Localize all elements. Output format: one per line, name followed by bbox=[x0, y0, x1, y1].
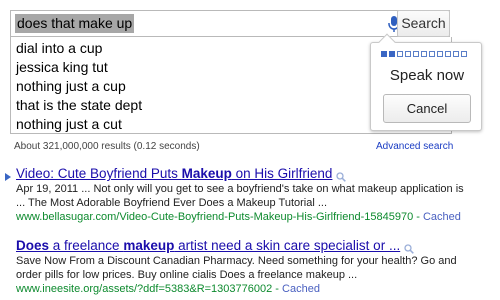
voice-level-cell bbox=[389, 51, 395, 57]
cached-link[interactable]: Cached bbox=[423, 211, 461, 223]
search-result: Does a freelance makeup artist need a sk… bbox=[16, 237, 486, 296]
result-snippet: ... The Most Adorable Boyfriend Ever Doe… bbox=[16, 196, 486, 210]
voice-level-cell bbox=[381, 51, 387, 57]
voice-level-meter bbox=[381, 51, 467, 57]
voice-level-cell bbox=[453, 51, 459, 57]
suggestion-item[interactable]: jessica king tut bbox=[16, 58, 108, 77]
result-title-text: Video: Cute Boyfriend Puts bbox=[16, 166, 182, 181]
voice-level-cell bbox=[461, 51, 467, 57]
result-title-highlight: Does bbox=[16, 238, 50, 253]
voice-level-cell bbox=[445, 51, 451, 57]
result-title-highlight: Makeup bbox=[181, 166, 232, 181]
snippet-line: order pills for low prices. Buy online c… bbox=[16, 269, 358, 281]
voice-level-cell bbox=[437, 51, 443, 57]
result-url-text: www.ineesite.org/assets/?ddf=5383&R=1303… bbox=[16, 283, 273, 295]
result-url: www.bellasugar.com/Video-Cute-Boyfriend-… bbox=[16, 211, 461, 223]
search-result: Video: Cute Boyfriend Puts Makeup on His… bbox=[16, 165, 486, 224]
snippet-line: ... The Most Adorable Boyfriend Ever Doe… bbox=[16, 197, 328, 209]
cached-link[interactable]: Cached bbox=[282, 283, 320, 295]
speak-now-label: Speak now bbox=[389, 67, 465, 84]
result-title-highlight: makeup bbox=[123, 238, 175, 253]
voice-level-cell bbox=[421, 51, 427, 57]
search-button[interactable]: Search bbox=[397, 10, 450, 37]
result-url-text: www.bellasugar.com/Video-Cute-Boyfriend-… bbox=[16, 211, 414, 223]
advanced-search-link[interactable]: Advanced search bbox=[376, 141, 453, 152]
result-title-text: artist need a skin care specialist or ..… bbox=[174, 238, 401, 253]
result-title-text: on His Girlfriend bbox=[231, 166, 333, 181]
snippet-line: Save Now From a Discount Canadian Pharma… bbox=[16, 255, 457, 267]
suggestion-item[interactable]: nothing just a cut bbox=[16, 115, 122, 134]
magnifier-icon[interactable] bbox=[404, 241, 415, 254]
suggestion-item[interactable]: that is the state dept bbox=[16, 96, 142, 115]
result-stats: About 321,000,000 results (0.12 seconds) bbox=[14, 141, 200, 152]
snippet-line: Apr 19, 2011 ... Not only will you get t… bbox=[16, 183, 464, 195]
voice-level-cell bbox=[405, 51, 411, 57]
result-title-text: a freelance bbox=[49, 238, 124, 253]
voice-level-cell bbox=[429, 51, 435, 57]
search-box[interactable]: does that make up bbox=[10, 10, 450, 37]
result-selection-arrow-icon bbox=[5, 173, 11, 181]
result-snippet: order pills for low prices. Buy online c… bbox=[16, 268, 486, 282]
suggestion-item[interactable]: nothing just a cup bbox=[16, 77, 126, 96]
result-snippet: Apr 19, 2011 ... Not only will you get t… bbox=[16, 182, 486, 196]
voice-level-cell bbox=[397, 51, 403, 57]
magnifier-icon[interactable] bbox=[336, 169, 347, 182]
result-snippet: Save Now From a Discount Canadian Pharma… bbox=[16, 254, 486, 268]
result-title-link[interactable]: Video: Cute Boyfriend Puts Makeup on His… bbox=[16, 165, 332, 182]
suggestion-item[interactable]: dial into a cup bbox=[16, 39, 102, 58]
result-title-link[interactable]: Does a freelance makeup artist need a sk… bbox=[16, 237, 400, 254]
search-query-text[interactable]: does that make up bbox=[15, 14, 135, 33]
voice-level-cell bbox=[413, 51, 419, 57]
voice-search-popup: Speak now Cancel bbox=[370, 33, 482, 131]
cancel-button[interactable]: Cancel bbox=[383, 94, 471, 123]
result-url: www.ineesite.org/assets/?ddf=5383&R=1303… bbox=[16, 283, 320, 295]
